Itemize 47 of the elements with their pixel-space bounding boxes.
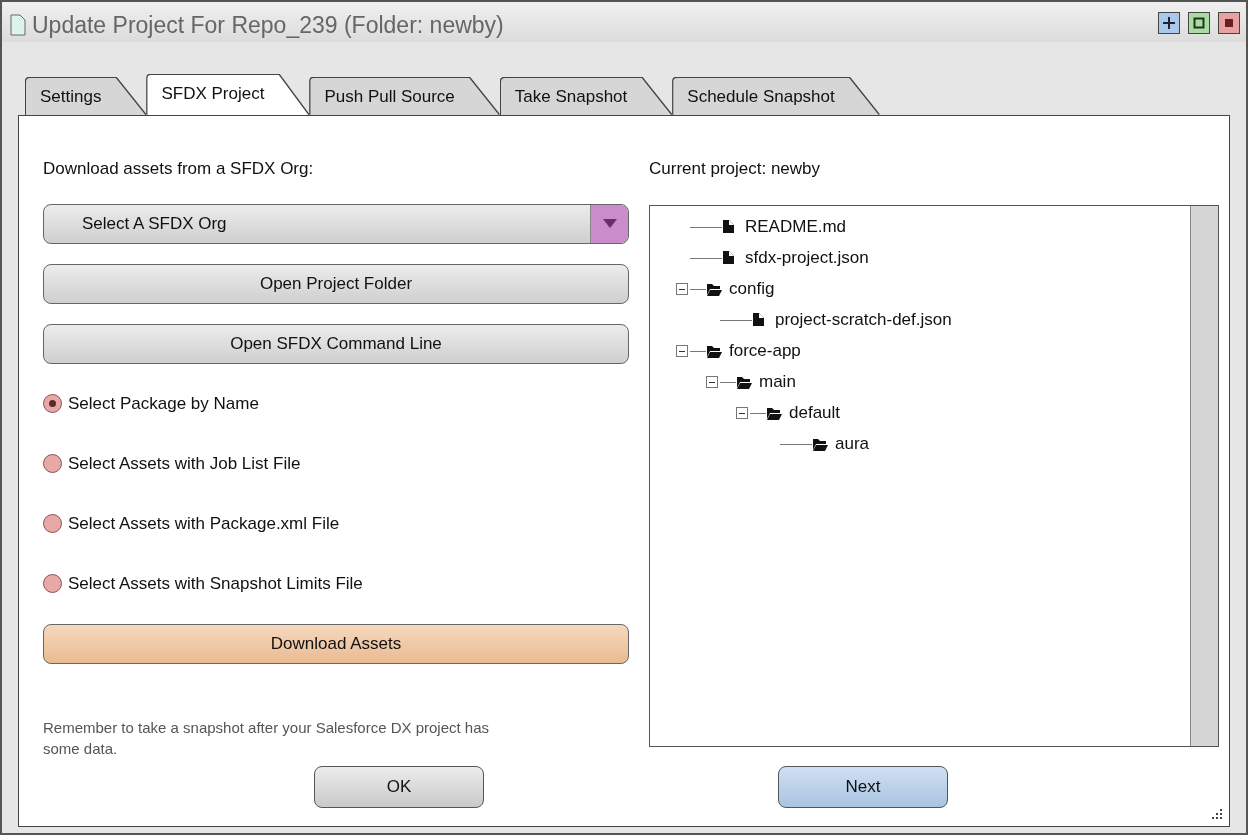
tree-item[interactable]: README.md <box>745 214 847 240</box>
folder-icon <box>706 343 723 359</box>
tab[interactable]: SFDX Project <box>147 74 309 115</box>
radio-label[interactable]: Select Assets with Package.xml File <box>68 510 340 537</box>
collapse-toggle[interactable] <box>706 376 718 388</box>
action-button[interactable]: Open Project Folder <box>43 263 629 304</box>
tree-item[interactable]: main <box>759 369 796 395</box>
folder-icon <box>812 436 829 452</box>
plus-icon[interactable] <box>1158 12 1180 34</box>
ok-button[interactable]: OK <box>314 766 484 808</box>
folder-icon <box>706 281 723 297</box>
radio-button[interactable] <box>43 394 62 413</box>
folder-icon <box>766 405 783 421</box>
section-heading: Current project: newby <box>649 158 822 180</box>
radio-button[interactable] <box>43 514 62 533</box>
radio-button[interactable] <box>43 454 62 473</box>
tab[interactable]: Push Pull Source <box>310 77 499 115</box>
section-heading: Download assets from a SFDX Org: <box>43 158 315 180</box>
maximize-icon[interactable] <box>1188 12 1210 34</box>
org-dropdown[interactable]: Select A SFDX Org <box>43 203 629 244</box>
tree-item[interactable]: aura <box>835 431 870 457</box>
next-button[interactable]: Next <box>778 766 948 808</box>
tab[interactable]: Schedule Snapshot <box>673 77 879 115</box>
radio-label[interactable]: Select Package by Name <box>68 390 259 417</box>
collapse-toggle[interactable] <box>676 345 688 357</box>
collapse-toggle[interactable] <box>736 407 748 419</box>
scrollbar[interactable] <box>1190 205 1218 746</box>
folder-icon <box>736 374 753 390</box>
caret-icon <box>602 219 617 228</box>
hint-text: Remember to take a snapshot after your Salesforce DX project has some data. <box>43 717 491 760</box>
tree-item[interactable]: project-scratch-def.json <box>775 307 952 333</box>
collapse-toggle[interactable] <box>676 283 688 295</box>
document-icon <box>10 14 26 36</box>
download-button[interactable]: Download Assets <box>43 623 629 664</box>
close-icon[interactable] <box>1218 12 1240 34</box>
tree-item[interactable]: default <box>789 400 841 426</box>
tree-item[interactable]: config <box>729 276 775 302</box>
radio-button[interactable] <box>43 574 62 593</box>
tab[interactable]: Take Snapshot <box>500 77 672 115</box>
resize-grip-icon[interactable] <box>1211 808 1223 820</box>
tree-item[interactable]: force-app <box>729 338 801 364</box>
action-button[interactable]: Open SFDX Command Line <box>43 323 629 364</box>
radio-label[interactable]: Select Assets with Job List File <box>68 450 301 477</box>
radio-label[interactable]: Select Assets with Snapshot Limits File <box>68 570 363 597</box>
window-title: Update Project For Repo_239 (Folder: newby) <box>32 11 504 40</box>
tab[interactable]: Settings <box>26 77 146 115</box>
tree-item[interactable]: sfdx-project.json <box>745 245 869 271</box>
